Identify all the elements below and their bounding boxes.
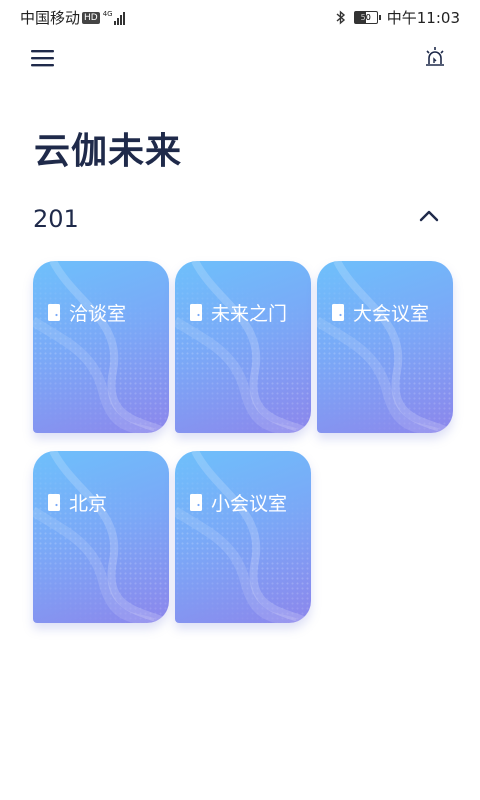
room-name: 小会议室 xyxy=(211,493,288,515)
hd-badge: HD xyxy=(82,11,100,24)
room-card[interactable]: 小会议室 xyxy=(175,451,311,623)
battery-level: 50 xyxy=(360,13,371,22)
page-title: 云伽未来 xyxy=(34,131,183,172)
clock: 中午11:03 xyxy=(386,9,460,27)
network-type: 4G xyxy=(102,9,113,18)
door-icon xyxy=(48,304,60,321)
room-card[interactable]: 未来之门 xyxy=(175,261,311,433)
door-icon xyxy=(332,304,344,321)
status-left: 中国移动 HD 4G xyxy=(20,7,126,28)
room-name: 未来之门 xyxy=(211,303,288,325)
room-card[interactable]: 北京 xyxy=(33,451,169,623)
door-icon xyxy=(190,304,202,321)
status-right: 50 中午11:03 xyxy=(336,7,460,28)
room-card[interactable]: 大会议室 xyxy=(317,261,453,433)
battery-icon: 50 xyxy=(353,11,381,24)
alarm-light-icon[interactable] xyxy=(424,46,446,68)
room-name: 大会议室 xyxy=(353,303,430,325)
signal-icon: 4G xyxy=(102,9,126,25)
door-icon xyxy=(190,494,202,511)
room-name: 洽谈室 xyxy=(69,303,127,325)
carrier-name: 中国移动 xyxy=(20,9,81,27)
status-bar: 中国移动 HD 4G 50 中午11:03 xyxy=(0,0,480,32)
hamburger-menu-icon[interactable] xyxy=(31,48,54,68)
floor-section-title: 201 xyxy=(33,205,79,233)
room-card[interactable]: 洽谈室 xyxy=(33,261,169,433)
chevron-up-icon[interactable] xyxy=(418,209,440,223)
room-name: 北京 xyxy=(69,493,108,515)
door-icon xyxy=(48,494,60,511)
bluetooth-icon xyxy=(336,10,345,25)
